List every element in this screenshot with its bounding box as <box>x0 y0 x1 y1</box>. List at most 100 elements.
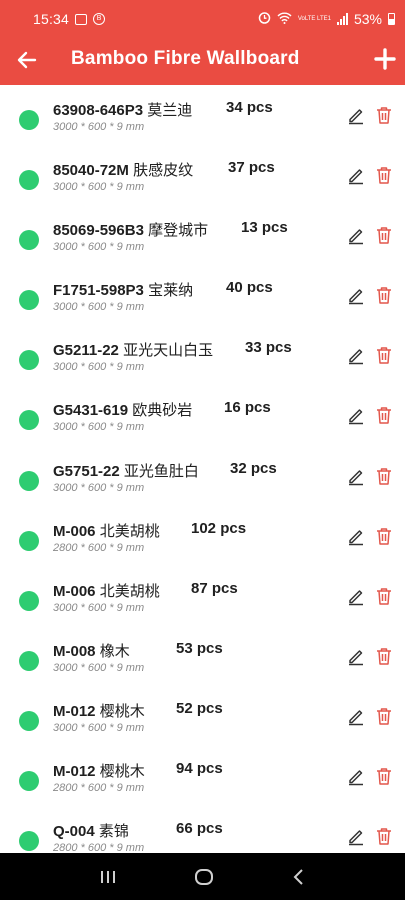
list-item[interactable]: M-012 樱桃木 52 pcs 3000 * 600 * 9 mm <box>0 686 405 746</box>
item-code-number: 85069-596B3 <box>53 222 144 240</box>
item-dimensions: 2800 * 600 * 9 mm <box>53 541 145 554</box>
home-button[interactable] <box>194 867 214 887</box>
item-dimensions: 3000 * 600 * 9 mm <box>53 121 145 133</box>
delete-button[interactable] <box>375 345 393 365</box>
item-code-number: Q-004 <box>53 823 95 841</box>
list-item[interactable]: G5751-22 亚光鱼肚白 32 pcs 3000 * 600 * 9 mm <box>0 446 405 506</box>
item-dimensions: 3000 * 600 * 9 mm <box>53 721 145 734</box>
delete-button[interactable] <box>375 466 393 486</box>
edit-button[interactable] <box>346 345 366 365</box>
edit-button[interactable] <box>346 285 366 305</box>
add-button[interactable] <box>373 46 397 72</box>
item-code-number: G5211-22 <box>53 342 119 360</box>
edit-button[interactable] <box>346 586 366 606</box>
stock-list[interactable]: 63908-646P3 莫兰迪 34 pcs 3000 * 600 * 9 mm 85… <box>0 85 405 853</box>
item-code: Q-004 素锦 <box>53 820 129 841</box>
status-dot-icon <box>19 710 39 731</box>
item-dimensions: 3000 * 600 * 9 mm <box>53 481 145 494</box>
delete-button[interactable] <box>375 105 393 125</box>
network-type-label: VoLTE LTE1 <box>297 16 331 22</box>
delete-button[interactable] <box>375 586 393 606</box>
status-right: VoLTE LTE1 53% <box>258 11 395 27</box>
item-quantity: 37 pcs <box>228 159 275 177</box>
trash-icon <box>377 167 391 184</box>
item-code-number: M-012 <box>53 702 96 720</box>
trash-icon <box>377 287 391 305</box>
recent-apps-icon <box>100 870 115 883</box>
system-back-button[interactable] <box>292 868 306 886</box>
edit-button[interactable] <box>346 526 366 546</box>
item-code: 85069-596B3 摩登城市 <box>53 219 208 240</box>
item-code: M-006 北美胡桃 <box>53 580 160 601</box>
recent-apps-button[interactable] <box>99 869 117 885</box>
delete-button[interactable] <box>375 826 393 846</box>
app-bar: Bamboo Fibre Wallboard <box>0 38 405 85</box>
status-dot-icon <box>19 290 39 311</box>
item-name: 亚光鱼肚白 <box>123 462 199 480</box>
item-code: G5211-22 亚光天山白玉 <box>53 339 213 360</box>
item-dimensions: 3000 * 600 * 9 mm <box>53 421 145 434</box>
item-quantity: 87 pcs <box>191 579 238 597</box>
item-dimensions: 3000 * 600 * 9 mm <box>53 661 145 674</box>
item-dimensions: 3000 * 600 * 9 mm <box>53 241 145 254</box>
trash-icon <box>377 588 391 605</box>
list-item[interactable]: M-012 樱桃木 94 pcs 2800 * 600 * 9 mm <box>0 746 405 806</box>
edit-button[interactable] <box>346 646 366 666</box>
trash-icon <box>377 407 391 425</box>
item-dimensions: 3000 * 600 * 9 mm <box>53 301 145 314</box>
back-button[interactable] <box>14 47 40 73</box>
item-name: 樱桃木 <box>99 702 145 720</box>
item-code: G5751-22 亚光鱼肚白 <box>53 460 199 481</box>
list-item[interactable]: G5211-22 亚光天山白玉 33 pcs 3000 * 600 * 9 mm <box>0 325 405 385</box>
edit-button[interactable] <box>346 225 366 245</box>
list-item[interactable]: Q-004 素锦 66 pcs 2800 * 600 * 9 mm <box>0 806 405 853</box>
chevron-left-icon <box>293 868 303 885</box>
trash-icon <box>377 768 391 785</box>
item-name: 素锦 <box>98 823 129 841</box>
delete-button[interactable] <box>375 526 393 546</box>
delete-button[interactable] <box>375 766 393 786</box>
item-quantity: 94 pcs <box>176 760 223 778</box>
list-item[interactable]: M-006 北美胡桃 87 pcs 3000 * 600 * 9 mm <box>0 566 405 626</box>
trash-icon <box>377 828 391 845</box>
list-item[interactable]: 63908-646P3 莫兰迪 34 pcs 3000 * 600 * 9 mm <box>0 85 405 145</box>
list-item[interactable]: M-006 北美胡桃 102 pcs 2800 * 600 * 9 mm <box>0 506 405 566</box>
delete-button[interactable] <box>375 225 393 245</box>
status-dot-icon <box>19 410 39 431</box>
item-code: 63908-646P3 莫兰迪 <box>53 99 192 120</box>
status-left: 15:34 B <box>33 11 106 27</box>
item-code-number: F1751-598P3 <box>53 282 144 300</box>
list-item[interactable]: F1751-598P3 宝莱纳 40 pcs 3000 * 600 * 9 mm <box>0 265 405 325</box>
delete-button[interactable] <box>375 165 393 185</box>
item-code: M-012 樱桃木 <box>53 700 145 721</box>
edit-button[interactable] <box>346 165 366 185</box>
list-item[interactable]: G5431-619 欧典砂岩 16 pcs 3000 * 600 * 9 mm <box>0 385 405 445</box>
item-name: 宝莱纳 <box>148 282 194 300</box>
delete-button[interactable] <box>375 285 393 305</box>
item-dimensions: 3000 * 600 * 9 mm <box>53 601 145 614</box>
delete-button[interactable] <box>375 405 393 425</box>
list-item[interactable]: 85040-72M 肤感皮纹 37 pcs 3000 * 600 * 9 mm <box>0 145 405 205</box>
delete-button[interactable] <box>375 706 393 726</box>
alarm-icon <box>258 11 271 27</box>
edit-button[interactable] <box>346 466 366 486</box>
pencil-icon <box>349 109 363 125</box>
list-item[interactable]: M-008 橡木 53 pcs 3000 * 600 * 9 mm <box>0 626 405 686</box>
delete-button[interactable] <box>375 646 393 666</box>
edit-button[interactable] <box>346 105 366 125</box>
status-dot-icon <box>19 110 39 130</box>
item-code: M-006 北美胡桃 <box>53 520 160 541</box>
b-notification-icon: B <box>93 13 106 25</box>
status-dot-icon <box>19 170 39 191</box>
edit-button[interactable] <box>346 826 366 846</box>
list-item[interactable]: 85069-596B3 摩登城市 13 pcs 3000 * 600 * 9 mm <box>0 205 405 265</box>
status-dot-icon <box>19 470 39 491</box>
wifi-icon <box>277 11 292 27</box>
pencil-icon <box>349 650 363 666</box>
home-icon <box>195 868 214 885</box>
pencil-icon <box>349 229 363 245</box>
edit-button[interactable] <box>346 766 366 786</box>
edit-button[interactable] <box>346 405 366 425</box>
item-quantity: 53 pcs <box>176 639 223 657</box>
edit-button[interactable] <box>346 706 366 726</box>
